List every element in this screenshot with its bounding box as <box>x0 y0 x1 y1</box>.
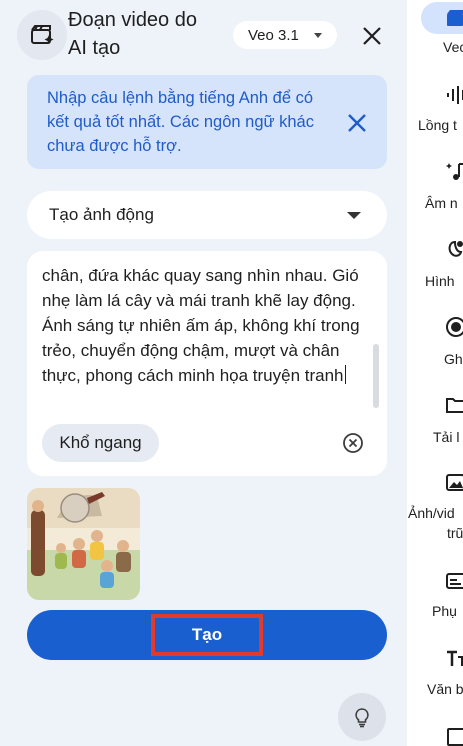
rail-item-label[interactable]: trũ <box>447 524 463 542</box>
aspect-ratio-label: Khổ ngang <box>59 433 142 452</box>
sticker-icon[interactable] <box>445 238 463 260</box>
rail-item-label[interactable]: Vec <box>443 38 463 56</box>
prompt-card: chân, đứa khác quay sang nhìn nhau. Gió … <box>27 251 387 476</box>
reference-image-thumbnail[interactable] <box>27 488 140 600</box>
tool-rail: Vec Lồng t Âm n Hình Gh Tải l Ảnh/vid tr… <box>407 0 463 746</box>
generate-button-label: Tạo <box>151 614 263 656</box>
rail-item-label[interactable]: Âm n <box>425 194 463 212</box>
prompt-scrollbar[interactable] <box>373 344 379 408</box>
panel-title: Đoạn video do AI tạo <box>68 9 197 59</box>
rail-item-label[interactable]: Phụ <box>432 602 463 620</box>
rail-item-label[interactable]: Ảnh/vid <box>408 504 463 522</box>
prompt-text: chân, đứa khác quay sang nhìn nhau. Gió … <box>42 266 360 385</box>
generate-button[interactable]: Tạo <box>27 610 387 660</box>
text-cursor <box>344 365 346 384</box>
chevron-down-icon <box>347 212 361 219</box>
language-info-banner: Nhập câu lệnh bằng tiếng Anh để có kết q… <box>27 75 387 169</box>
info-text: Nhập câu lệnh bằng tiếng Anh để có kết q… <box>47 89 314 155</box>
mode-value: Tạo ảnh động <box>49 205 154 224</box>
voice-waveform-icon[interactable] <box>445 84 463 106</box>
music-note-icon[interactable] <box>445 160 463 182</box>
rail-item-label[interactable]: Lồng t <box>418 116 463 134</box>
ai-video-panel: Đoạn video do AI tạo Veo 3.1 Nhập câu lệ… <box>0 0 407 746</box>
lightbulb-icon[interactable] <box>338 693 386 741</box>
model-value: Veo 3.1 <box>248 26 299 44</box>
mode-dropdown[interactable]: Tạo ảnh động <box>27 191 387 239</box>
text-icon[interactable] <box>445 648 463 670</box>
dismiss-banner-icon[interactable] <box>344 110 370 136</box>
rail-item-label[interactable]: Hình <box>425 272 463 290</box>
clapperboard-sparkle-icon <box>17 10 67 60</box>
model-dropdown[interactable]: Veo 3.1 <box>233 21 337 49</box>
chevron-down-icon <box>314 33 322 38</box>
clear-prompt-icon[interactable] <box>342 432 364 454</box>
record-icon[interactable] <box>445 316 463 338</box>
captions-icon[interactable] <box>445 570 463 592</box>
close-icon[interactable] <box>358 22 386 50</box>
prompt-textarea[interactable]: chân, đứa khác quay sang nhìn nhau. Gió … <box>42 263 370 388</box>
image-video-icon[interactable] <box>445 472 463 494</box>
rail-item-label[interactable]: Văn b <box>427 680 463 698</box>
folder-icon[interactable] <box>445 394 463 416</box>
more-tools-icon[interactable] <box>447 728 463 746</box>
rail-item-label[interactable]: Tải l <box>433 428 463 446</box>
aspect-ratio-chip[interactable]: Khổ ngang <box>42 424 159 462</box>
video-clip-icon[interactable] <box>445 8 463 30</box>
rail-item-label[interactable]: Gh <box>444 350 463 368</box>
